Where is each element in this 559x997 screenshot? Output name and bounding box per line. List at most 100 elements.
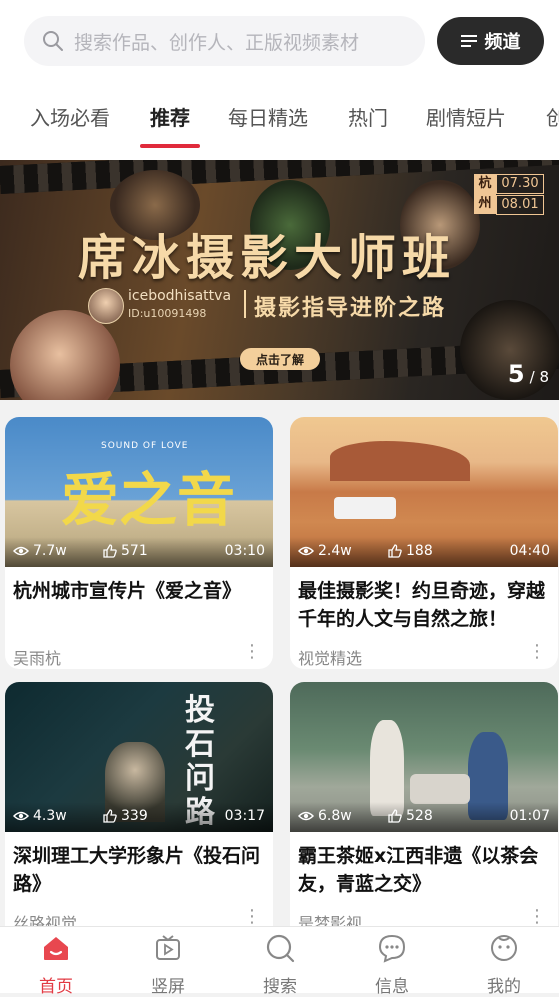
top-bar: 搜索作品、创作人、正版视频素材 频道	[0, 0, 559, 84]
eye-icon	[298, 546, 314, 556]
banner-date-end: 08.01	[496, 195, 544, 215]
view-count-value: 7.7w	[33, 543, 67, 559]
banner-handle-id: ID:u10091498	[128, 307, 207, 320]
video-meta: 4.3w 339 03:17	[5, 802, 273, 832]
duration: 01:07	[509, 808, 550, 824]
thumb-overlay-title: 爱之音	[61, 466, 236, 534]
like-count: 339	[103, 808, 148, 824]
nav-search-label: 搜索	[263, 977, 297, 997]
video-card[interactable]: SOUND OF LOVE 爱之音 7.7w 571 03:10 杭州城市宣传片…	[5, 417, 273, 669]
banner-subtitle: 摄影指导进阶之路	[254, 296, 447, 321]
tab-short-drama[interactable]: 剧情短片	[426, 102, 506, 131]
home-icon	[44, 937, 68, 960]
nav-profile[interactable]: 我的	[448, 927, 559, 997]
like-count-value: 528	[406, 808, 433, 824]
video-author[interactable]: 吴雨杭	[13, 645, 61, 669]
view-count-value: 4.3w	[33, 808, 67, 824]
banner-title: 席冰摄影大师班	[78, 230, 457, 286]
video-title: 最佳摄影奖！约旦奇迹，穿越千年的人文与自然之旅！	[298, 580, 546, 630]
tab-creative[interactable]: 创	[546, 102, 559, 131]
like-count: 188	[388, 543, 433, 559]
video-meta: 7.7w 571 03:10	[5, 537, 273, 567]
thumb-rock	[330, 441, 470, 481]
more-options-icon[interactable]: ⋮	[243, 906, 261, 927]
view-count: 4.3w	[13, 808, 67, 824]
like-count: 528	[388, 808, 433, 824]
tab-must-see[interactable]: 入场必看	[30, 102, 110, 131]
duration: 03:17	[224, 808, 265, 824]
search-placeholder: 搜索作品、创作人、正版视频素材	[74, 31, 360, 54]
nav-vertical[interactable]: 竖屏	[112, 927, 224, 997]
banner-city: 杭州	[474, 174, 496, 214]
banner-page-total: / 8	[529, 368, 549, 386]
video-card[interactable]: 2.4w 188 04:40 最佳摄影奖！约旦奇迹，穿越千年的人文与自然之旅！ …	[290, 417, 558, 669]
bottom-navigation: 首页 竖屏 搜索 信息 我的	[0, 926, 559, 997]
thumbs-up-icon	[388, 809, 402, 823]
video-thumbnail: SOUND OF LOVE 爱之音 7.7w 571 03:10	[5, 417, 273, 567]
message-icon	[378, 934, 406, 963]
search-icon	[43, 31, 63, 51]
menu-icon	[460, 35, 477, 47]
video-title: 杭州城市宣传片《爱之音》	[13, 580, 242, 602]
nav-home[interactable]: 首页	[0, 927, 112, 997]
video-meta: 6.8w 528 01:07	[290, 802, 558, 832]
banner-pager: 5 / 8	[508, 360, 549, 388]
eye-icon	[298, 811, 314, 821]
like-count-value: 339	[121, 808, 148, 824]
banner-avatar	[88, 288, 124, 324]
vertical-video-icon	[156, 935, 180, 960]
view-count: 6.8w	[298, 808, 352, 824]
thumbs-up-icon	[103, 809, 117, 823]
video-title: 霸王茶姬x江西非遗《以茶会友，青蓝之交》	[298, 845, 539, 895]
video-thumbnail: 6.8w 528 01:07	[290, 682, 558, 832]
video-title: 深圳理工大学形象片《投石问路》	[13, 845, 261, 895]
video-card[interactable]: 6.8w 528 01:07 霸王茶姬x江西非遗《以茶会友，青蓝之交》 是梦影视…	[290, 682, 558, 942]
banner-date-start: 07.30	[496, 174, 544, 194]
nav-vertical-label: 竖屏	[151, 977, 185, 997]
promo-banner[interactable]: 杭州 07.30 08.01 席冰摄影大师班 icebodhisattva ID…	[0, 160, 559, 400]
video-meta: 2.4w 188 04:40	[290, 537, 558, 567]
tab-recommended[interactable]: 推荐	[150, 102, 190, 131]
more-options-icon[interactable]: ⋮	[243, 641, 261, 662]
active-tab-indicator	[140, 144, 200, 148]
view-count-value: 6.8w	[318, 808, 352, 824]
thumb-table	[410, 774, 470, 804]
banner-divider	[244, 290, 246, 318]
video-author[interactable]: 视觉精选	[298, 645, 362, 669]
video-thumbnail: 2.4w 188 04:40	[290, 417, 558, 567]
nav-search[interactable]: 搜索	[224, 927, 336, 997]
banner-handle: icebodhisattva	[128, 288, 232, 304]
search-bar[interactable]: 搜索作品、创作人、正版视频素材	[24, 16, 425, 66]
video-thumbnail: 投石问路 4.3w 339 03:17	[5, 682, 273, 832]
channel-button-label: 频道	[484, 32, 521, 53]
nav-profile-label: 我的	[487, 977, 521, 997]
like-count-value: 571	[121, 543, 148, 559]
category-tabs: 入场必看 推荐 每日精选 热门 剧情短片 创	[0, 84, 559, 160]
profile-icon	[491, 935, 517, 961]
like-count-value: 188	[406, 543, 433, 559]
tab-hot[interactable]: 热门	[348, 102, 388, 131]
thumbs-up-icon	[103, 544, 117, 558]
channel-button[interactable]: 频道	[437, 17, 544, 65]
duration: 03:10	[224, 543, 265, 559]
view-count-value: 2.4w	[318, 543, 352, 559]
nav-home-label: 首页	[39, 977, 73, 997]
eye-icon	[13, 546, 29, 556]
duration: 04:40	[509, 543, 550, 559]
more-options-icon[interactable]: ⋮	[528, 641, 546, 662]
nav-messages-label: 信息	[375, 977, 409, 997]
banner-page-current: 5	[507, 360, 525, 388]
eye-icon	[13, 811, 29, 821]
thumb-vehicle	[334, 497, 396, 519]
banner-cta-button[interactable]: 点击了解	[240, 348, 320, 370]
view-count: 2.4w	[298, 543, 352, 559]
search-icon	[266, 934, 295, 963]
like-count: 571	[103, 543, 148, 559]
thumb-small-text: SOUND OF LOVE	[101, 441, 189, 451]
nav-messages[interactable]: 信息	[336, 927, 448, 997]
view-count: 7.7w	[13, 543, 67, 559]
tab-daily-picks[interactable]: 每日精选	[228, 102, 308, 131]
thumbs-up-icon	[388, 544, 402, 558]
video-card[interactable]: 投石问路 4.3w 339 03:17 深圳理工大学形象片《投石问路》 丝路视觉…	[5, 682, 273, 942]
more-options-icon[interactable]: ⋮	[528, 906, 546, 927]
